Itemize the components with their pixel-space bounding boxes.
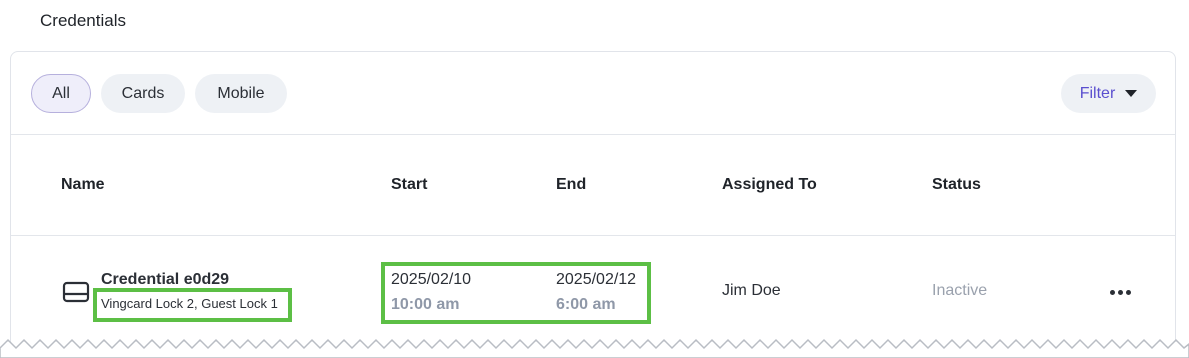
column-header-name[interactable]: Name — [61, 176, 105, 194]
highlight-box-locks — [93, 288, 292, 322]
more-options-button[interactable] — [1105, 284, 1135, 300]
tab-cards[interactable]: Cards — [101, 74, 185, 113]
divider — [11, 235, 1175, 236]
filter-label: Filter — [1079, 84, 1116, 102]
column-header-assigned-to[interactable]: Assigned To — [722, 176, 817, 194]
more-dot — [1109, 289, 1115, 295]
caret-down-icon — [1125, 90, 1138, 97]
divider — [11, 134, 1175, 135]
assigned-to: Jim Doe — [722, 282, 781, 299]
highlight-box-dates — [381, 262, 651, 324]
tab-mobile[interactable]: Mobile — [195, 74, 287, 113]
column-header-start[interactable]: Start — [391, 176, 427, 194]
card-icon — [62, 281, 90, 303]
more-dot — [1125, 289, 1131, 295]
credential-name[interactable]: Credential e0d29 — [101, 271, 229, 289]
more-dot — [1117, 289, 1123, 295]
tab-all[interactable]: All — [31, 74, 91, 113]
filter-button[interactable]: Filter — [1061, 74, 1156, 113]
section-title: Credentials — [40, 11, 126, 30]
status-badge: Inactive — [932, 282, 988, 299]
column-header-status[interactable]: Status — [932, 176, 981, 194]
column-header-end[interactable]: End — [556, 176, 586, 194]
torn-edge — [0, 338, 1189, 358]
